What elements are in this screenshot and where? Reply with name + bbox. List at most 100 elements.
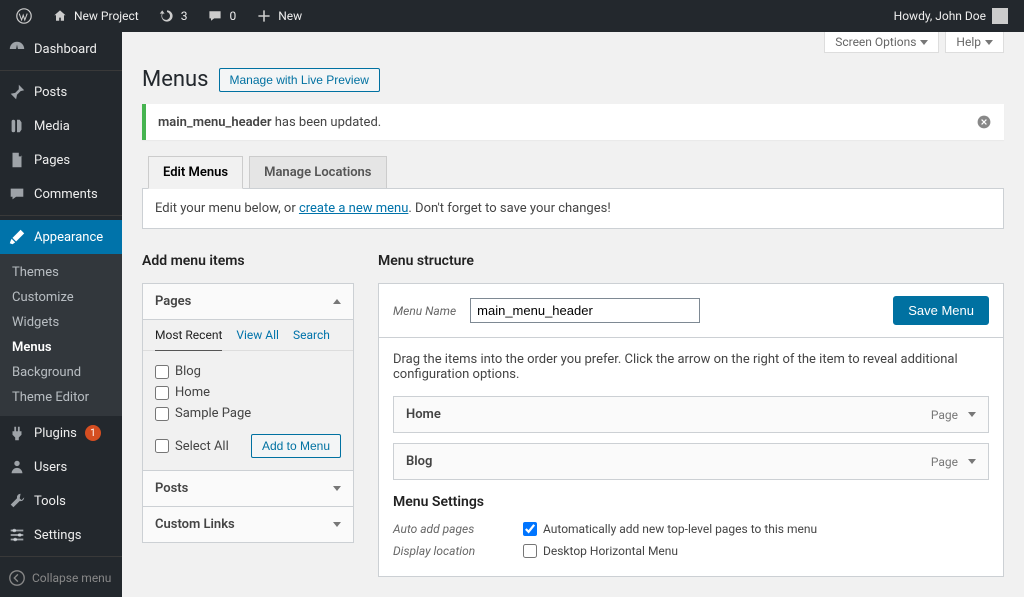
chevron-up-icon <box>333 299 341 304</box>
manage-live-preview-button[interactable]: Manage with Live Preview <box>219 68 380 92</box>
screen-options-toggle[interactable]: Screen Options <box>824 32 939 53</box>
auto-add-checkbox[interactable] <box>523 522 537 536</box>
inner-tab-search[interactable]: Search <box>293 320 330 350</box>
site-name-label: New Project <box>74 9 139 23</box>
sidebar-item-label: Users <box>34 460 67 475</box>
sidebar-item-label: Media <box>34 119 70 134</box>
chevron-down-icon <box>985 40 993 45</box>
sidebar-item-media[interactable]: Media <box>0 109 122 143</box>
inner-tab-most-recent[interactable]: Most Recent <box>155 320 222 351</box>
chevron-down-icon[interactable] <box>968 412 976 417</box>
page-item-checkbox[interactable] <box>155 386 169 400</box>
sidebar-item-posts[interactable]: Posts <box>0 75 122 109</box>
page-item-checkbox[interactable] <box>155 365 169 379</box>
wp-logo[interactable] <box>8 0 40 32</box>
accordion-posts-label: Posts <box>155 481 188 496</box>
sidebar-item-appearance[interactable]: Appearance <box>0 220 122 254</box>
edit-help-text: Edit your menu below, or create a new me… <box>142 188 1004 229</box>
pin-icon <box>8 83 26 101</box>
add-items-heading: Add menu items <box>142 253 354 269</box>
collapse-menu-button[interactable]: Collapse menu <box>0 561 122 595</box>
sidebar-item-label: Comments <box>34 187 98 202</box>
sidebar-item-pages[interactable]: Pages <box>0 143 122 177</box>
submenu-theme-editor[interactable]: Theme Editor <box>0 385 122 410</box>
tab-manage-locations[interactable]: Manage Locations <box>249 156 386 188</box>
success-notice: main_menu_header has been updated. <box>142 104 1004 140</box>
help-toggle[interactable]: Help <box>945 32 1004 53</box>
drag-instructions: Drag the items into the order you prefer… <box>393 352 989 382</box>
create-new-menu-link[interactable]: create a new menu <box>299 201 408 216</box>
comments-count: 0 <box>229 9 236 23</box>
submenu-themes[interactable]: Themes <box>0 260 122 285</box>
settings-icon <box>8 526 26 544</box>
help-after: . Don't forget to save your changes! <box>408 201 610 216</box>
new-label: New <box>278 9 302 23</box>
menu-item-type: Page <box>931 455 958 469</box>
menu-item[interactable]: Home Page <box>393 396 989 433</box>
accordion-posts-toggle[interactable]: Posts <box>143 470 353 506</box>
menu-item-type: Page <box>931 408 958 422</box>
dashboard-icon <box>8 40 26 58</box>
comments-link[interactable]: 0 <box>199 0 244 32</box>
page-title: Menus <box>142 67 209 92</box>
sidebar-item-plugins[interactable]: Plugins 1 <box>0 416 122 450</box>
sidebar-item-label: Dashboard <box>34 42 97 57</box>
home-icon <box>52 8 68 24</box>
updates-count: 3 <box>181 9 188 23</box>
menu-name-label: Menu Name <box>393 304 456 318</box>
media-icon <box>8 117 26 135</box>
submenu-widgets[interactable]: Widgets <box>0 310 122 335</box>
accordion-custom-links-toggle[interactable]: Custom Links <box>143 506 353 542</box>
dismiss-notice-button[interactable] <box>976 114 992 130</box>
sidebar-item-tools[interactable]: Tools <box>0 484 122 518</box>
submenu-customize[interactable]: Customize <box>0 285 122 310</box>
admin-bar: New Project 3 0 New Howdy, John Doe <box>0 0 1024 32</box>
new-content-link[interactable]: New <box>248 0 310 32</box>
menu-name-input[interactable] <box>470 298 700 323</box>
inner-tab-view-all[interactable]: View All <box>236 320 279 350</box>
menu-item[interactable]: Blog Page <box>393 443 989 480</box>
menu-item-title: Home <box>406 407 441 422</box>
location-text: Desktop Horizontal Menu <box>543 544 678 558</box>
accordion-custom-links-label: Custom Links <box>155 517 235 532</box>
location-checkbox[interactable] <box>523 544 537 558</box>
appearance-submenu: Themes Customize Widgets Menus Backgroun… <box>0 254 122 416</box>
notice-text: has been updated. <box>272 115 382 130</box>
auto-add-text: Automatically add new top-level pages to… <box>543 522 817 536</box>
admin-sidebar: Dashboard Posts Media Pages Comments App… <box>0 32 122 597</box>
chevron-down-icon[interactable] <box>968 459 976 464</box>
users-icon <box>8 458 26 476</box>
sidebar-item-users[interactable]: Users <box>0 450 122 484</box>
site-name-link[interactable]: New Project <box>44 0 147 32</box>
sidebar-item-label: Settings <box>34 528 81 543</box>
sidebar-item-label: Plugins <box>34 426 77 441</box>
comment-icon <box>207 8 223 24</box>
tab-edit-menus[interactable]: Edit Menus <box>148 156 243 189</box>
close-icon <box>976 114 992 130</box>
page-item-checkbox[interactable] <box>155 407 169 421</box>
sidebar-item-label: Pages <box>34 153 70 168</box>
add-to-menu-button[interactable]: Add to Menu <box>251 434 341 458</box>
sidebar-item-label: Appearance <box>34 230 103 245</box>
plus-icon <box>256 8 272 24</box>
chevron-down-icon <box>333 522 341 527</box>
help-before: Edit your menu below, or <box>155 201 299 216</box>
comments-icon <box>8 185 26 203</box>
display-location-label: Display location <box>393 544 483 558</box>
submenu-menus[interactable]: Menus <box>0 335 122 360</box>
accordion-pages-toggle[interactable]: Pages <box>143 284 353 319</box>
sidebar-item-settings[interactable]: Settings <box>0 518 122 552</box>
select-all-checkbox[interactable] <box>155 439 169 453</box>
screen-options-label: Screen Options <box>835 35 916 49</box>
sidebar-item-label: Posts <box>34 85 67 100</box>
plugins-update-badge: 1 <box>85 425 101 441</box>
sidebar-item-label: Tools <box>34 494 66 509</box>
submenu-background[interactable]: Background <box>0 360 122 385</box>
updates-link[interactable]: 3 <box>151 0 196 32</box>
collapse-label: Collapse menu <box>32 571 111 585</box>
notice-strong: main_menu_header <box>158 115 272 130</box>
sidebar-item-dashboard[interactable]: Dashboard <box>0 32 122 66</box>
my-account-link[interactable]: Howdy, John Doe <box>886 0 1016 32</box>
sidebar-item-comments[interactable]: Comments <box>0 177 122 211</box>
save-menu-button[interactable]: Save Menu <box>893 296 989 325</box>
